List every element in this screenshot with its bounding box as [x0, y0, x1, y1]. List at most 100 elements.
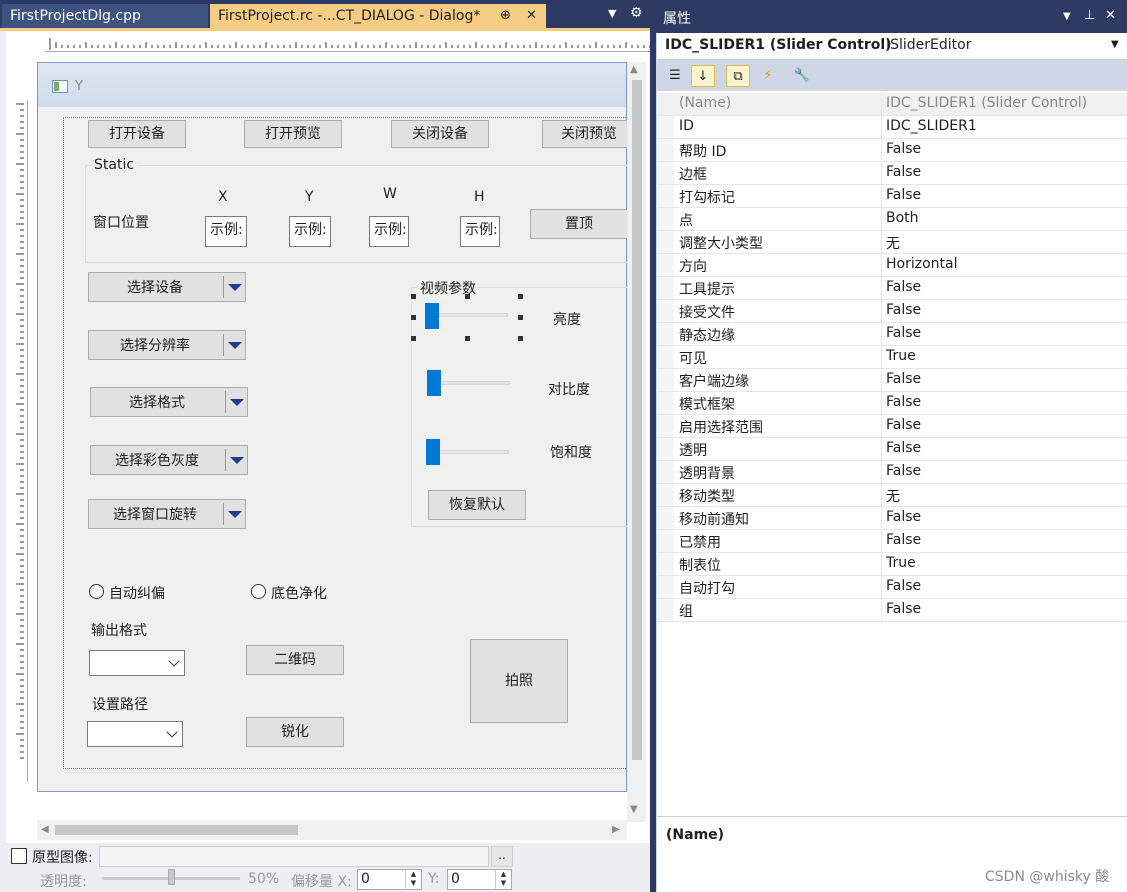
- property-row[interactable]: 边框 False: [657, 162, 1127, 185]
- property-value[interactable]: True: [886, 348, 916, 364]
- pin-icon[interactable]: ⊕: [500, 4, 511, 28]
- edit-h[interactable]: 示例:: [460, 216, 500, 247]
- property-row[interactable]: (Name) IDC_SLIDER1 (Slider Control): [657, 93, 1127, 116]
- selection-handle[interactable]: [465, 336, 470, 341]
- set-path-dropdown[interactable]: [87, 721, 183, 747]
- selection-handle[interactable]: [411, 336, 416, 341]
- selection-handle[interactable]: [518, 336, 523, 341]
- property-value[interactable]: False: [886, 509, 921, 525]
- topmost-button[interactable]: 置顶: [530, 209, 628, 239]
- horizontal-scrollbar-thumb[interactable]: [55, 825, 298, 835]
- close-preview-button[interactable]: 关闭预览: [542, 120, 628, 148]
- property-value[interactable]: False: [886, 325, 921, 341]
- selection-handle[interactable]: [518, 294, 523, 299]
- property-row[interactable]: 帮助 ID False: [657, 139, 1127, 162]
- spinner-arrows-icon[interactable]: ▲ ▼: [405, 870, 421, 889]
- panel-menu-icon[interactable]: ▼: [1063, 11, 1071, 22]
- tab-firstproject-rc-dialog[interactable]: FirstProject.rc -...CT_DIALOG - Dialog* …: [210, 4, 546, 28]
- property-row[interactable]: 点 Both: [657, 208, 1127, 231]
- property-value[interactable]: False: [886, 417, 921, 433]
- sharpen-button[interactable]: 锐化: [246, 717, 344, 747]
- saturation-slider-thumb[interactable]: [426, 439, 440, 465]
- property-row[interactable]: 方向 Horizontal: [657, 254, 1127, 277]
- scroll-up-icon[interactable]: ▲: [630, 64, 638, 75]
- contrast-slider-thumb[interactable]: [427, 370, 441, 396]
- property-value[interactable]: False: [886, 141, 921, 157]
- opacity-slider-thumb[interactable]: [168, 869, 175, 885]
- selection-handle[interactable]: [411, 315, 416, 320]
- property-row[interactable]: 制表位 True: [657, 553, 1127, 576]
- categorized-icon[interactable]: ☰: [663, 65, 687, 87]
- property-value[interactable]: False: [886, 601, 921, 617]
- property-row[interactable]: 调整大小类型 无: [657, 231, 1127, 254]
- selection-handle[interactable]: [465, 294, 470, 299]
- property-row[interactable]: 透明 False: [657, 438, 1127, 461]
- alphabetical-icon[interactable]: ↓: [691, 65, 715, 87]
- close-device-button[interactable]: 关闭设备: [391, 120, 489, 148]
- property-row[interactable]: 透明背景 False: [657, 461, 1127, 484]
- property-row[interactable]: 工具提示 False: [657, 277, 1127, 300]
- capture-button[interactable]: 拍照: [470, 639, 568, 723]
- property-row[interactable]: 模式框架 False: [657, 392, 1127, 415]
- property-value[interactable]: False: [886, 578, 921, 594]
- property-row[interactable]: 移动类型 无: [657, 484, 1127, 507]
- offset-y-spinner[interactable]: 0 ▲ ▼: [447, 869, 512, 890]
- property-row[interactable]: 客户端边缘 False: [657, 369, 1127, 392]
- property-row[interactable]: 静态边缘 False: [657, 323, 1127, 346]
- spinner-arrows-icon[interactable]: ▲ ▼: [495, 870, 511, 889]
- restore-default-button[interactable]: 恢复默认: [428, 490, 526, 520]
- select-format-combo[interactable]: 选择格式: [90, 387, 248, 417]
- open-device-button[interactable]: 打开设备: [88, 120, 186, 148]
- property-value[interactable]: Horizontal: [886, 256, 957, 272]
- output-format-dropdown[interactable]: [89, 650, 185, 676]
- property-row[interactable]: 接受文件 False: [657, 300, 1127, 323]
- property-value[interactable]: False: [886, 532, 921, 548]
- property-value[interactable]: IDC_SLIDER1 (Slider Control): [886, 95, 1087, 111]
- select-window-rotate-combo[interactable]: 选择窗口旋转: [88, 499, 246, 529]
- property-value[interactable]: False: [886, 279, 921, 295]
- property-row[interactable]: 已禁用 False: [657, 530, 1127, 553]
- selection-handle[interactable]: [411, 294, 416, 299]
- property-row[interactable]: 自动打勾 False: [657, 576, 1127, 599]
- property-value[interactable]: False: [886, 371, 921, 387]
- open-preview-button[interactable]: 打开预览: [244, 120, 342, 148]
- select-device-combo[interactable]: 选择设备: [88, 272, 246, 302]
- property-value[interactable]: False: [886, 394, 921, 410]
- background-clean-radio[interactable]: [251, 584, 266, 599]
- browse-button[interactable]: ..: [491, 846, 513, 867]
- gear-icon[interactable]: ⚙: [630, 5, 643, 21]
- property-value[interactable]: 无: [886, 486, 900, 506]
- edit-w[interactable]: 示例:: [369, 216, 409, 247]
- auto-deskew-radio[interactable]: [89, 584, 104, 599]
- wrench-icon[interactable]: 🔧: [790, 65, 814, 87]
- scroll-left-icon[interactable]: ◀: [41, 824, 49, 835]
- close-icon[interactable]: ✕: [1105, 8, 1116, 23]
- select-resolution-combo[interactable]: 选择分辨率: [88, 330, 246, 360]
- close-icon[interactable]: ✕: [526, 4, 537, 28]
- scroll-right-icon[interactable]: ▶: [612, 824, 620, 835]
- prototype-image-checkbox[interactable]: [11, 848, 27, 864]
- property-row[interactable]: 启用选择范围 False: [657, 415, 1127, 438]
- property-value[interactable]: False: [886, 164, 921, 180]
- scroll-down-icon[interactable]: ▼: [630, 804, 638, 815]
- property-value[interactable]: False: [886, 463, 921, 479]
- property-row[interactable]: 组 False: [657, 599, 1127, 622]
- edit-x[interactable]: 示例:: [205, 216, 247, 247]
- pin-icon[interactable]: ⊥: [1084, 8, 1095, 23]
- offset-x-spinner[interactable]: 0 ▲ ▼: [357, 869, 422, 890]
- property-value[interactable]: False: [886, 187, 921, 203]
- property-value[interactable]: True: [886, 555, 916, 571]
- property-value[interactable]: Both: [886, 210, 919, 226]
- property-pages-icon[interactable]: ⧉: [726, 65, 750, 87]
- selection-handle[interactable]: [518, 315, 523, 320]
- tab-firstprojectdlg-cpp[interactable]: FirstProjectDlg.cpp: [2, 4, 208, 28]
- property-value[interactable]: 无: [886, 233, 900, 253]
- property-value[interactable]: False: [886, 440, 921, 456]
- property-row[interactable]: 打勾标记 False: [657, 185, 1127, 208]
- prototype-image-path[interactable]: [99, 846, 489, 867]
- events-icon[interactable]: ⚡: [756, 65, 780, 87]
- chevron-down-icon[interactable]: ▼: [1111, 39, 1119, 50]
- select-color-gray-combo[interactable]: 选择彩色灰度: [90, 445, 248, 475]
- property-value[interactable]: IDC_SLIDER1: [886, 118, 977, 134]
- qrcode-button[interactable]: 二维码: [246, 645, 344, 675]
